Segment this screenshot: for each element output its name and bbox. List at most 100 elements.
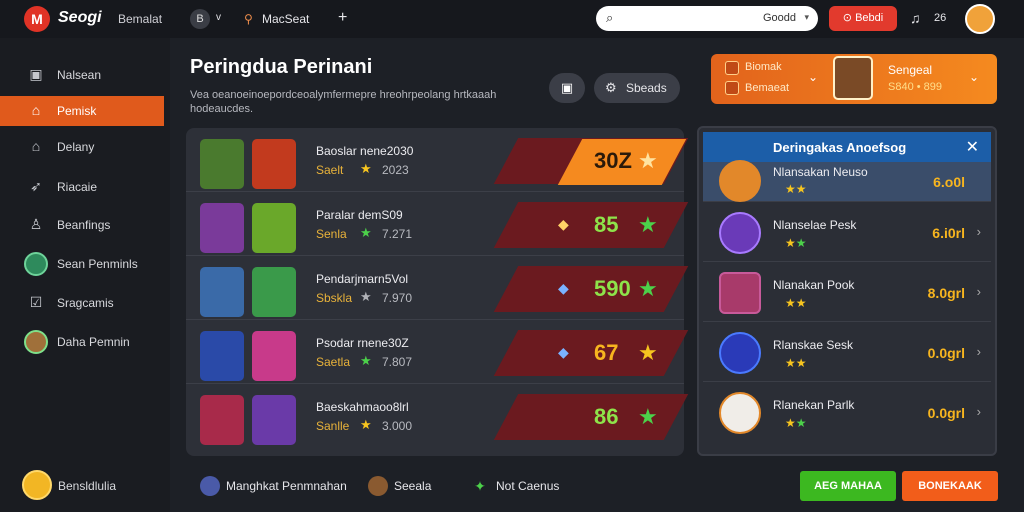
- chevron-down-icon[interactable]: v: [216, 12, 221, 23]
- sidebar-item-sragcamis[interactable]: ☑ Sragcamis: [0, 288, 164, 318]
- games-list: Baoslar nene2030 Saelt ★ 2023 30Z ★ Para…: [186, 128, 689, 456]
- game-name: Psodar rnene30Z: [316, 336, 409, 350]
- player-name: Nlansakan Neuso: [773, 165, 868, 179]
- list-item[interactable]: Psodar rnene30Z Saetla ★ 7.807 ◆ 67 ★: [186, 320, 689, 384]
- star-rating: ★★: [785, 356, 807, 370]
- game-score: 30Z: [594, 148, 632, 173]
- leaderboard-row[interactable]: Nlanakan Pook ★★ 8.0grl ›: [703, 264, 991, 322]
- sidebar-item-label: Daha Pemnin: [57, 335, 130, 349]
- brand-name: Seogi: [58, 9, 102, 26]
- search-icon: ⌕: [606, 10, 614, 25]
- game-name: Pendarjmarn5Vol: [316, 272, 409, 286]
- primary-orange-button[interactable]: BONEKAAK: [902, 471, 998, 501]
- header-action-button[interactable]: ⊙ Bebdi: [829, 6, 897, 31]
- game-rating: 3.000: [382, 419, 413, 433]
- chevron-down-icon[interactable]: ⌄: [969, 70, 979, 84]
- leaderboard-row[interactable]: Rlanekan Parlk ★★ 0.0grl ›: [703, 384, 991, 442]
- settings-button[interactable]: ⚙ Sbeads: [594, 73, 680, 103]
- chevron-right-icon[interactable]: ›: [977, 344, 981, 359]
- sidebar-item-label: Pemisk: [57, 104, 97, 118]
- score-band: [493, 202, 689, 248]
- score-band: [493, 394, 689, 440]
- chevron-down-icon[interactable]: ⌄: [808, 70, 818, 84]
- view-toggle-button[interactable]: ▣: [549, 73, 585, 103]
- location-label[interactable]: MacSeat: [262, 12, 309, 26]
- list-item[interactable]: Baoslar nene2030 Saelt ★ 2023 30Z ★: [186, 128, 689, 192]
- controller-icon: ✦: [474, 478, 486, 494]
- list-item[interactable]: Pendarjmarn5Vol Sbskla ★ 7.970 ◆ 590 ★: [186, 256, 689, 320]
- game-avatar: [252, 203, 296, 253]
- leaderboard-row[interactable]: Nlanselae Pesk ★★ 6.i0rl ›: [703, 204, 991, 262]
- header-action-label: Bebdi: [855, 12, 884, 24]
- bell-icon[interactable]: ♫: [910, 10, 921, 26]
- list-item[interactable]: Paralar demS09 Senla ★ 7.271 ◆ 85 ★: [186, 192, 689, 256]
- star-icon: ★: [638, 340, 658, 365]
- avatar: [719, 272, 761, 314]
- star-icon: ★: [638, 212, 658, 237]
- check-icon: ☑: [29, 294, 43, 310]
- character-avatar: [833, 56, 873, 100]
- footer-user-name[interactable]: Bensldlulia: [58, 479, 116, 493]
- player-score: 0.0grl: [927, 405, 965, 421]
- star-icon: ★: [638, 276, 658, 301]
- game-rating: 7.970: [382, 291, 413, 305]
- promo-line: Bemaeat: [745, 82, 790, 94]
- notification-count[interactable]: 26: [934, 12, 946, 24]
- avatar: [24, 330, 48, 354]
- game-score: 590: [594, 276, 631, 301]
- chevron-down-icon[interactable]: ▾: [804, 12, 809, 23]
- star-rating: ★★: [785, 182, 807, 196]
- sidebar-item-daha-pemnin[interactable]: Daha Pemnin: [0, 327, 164, 357]
- leaderboard-row[interactable]: Nlansakan Neuso ★★ 6.o0l: [703, 160, 991, 202]
- sidebar-item-beanfings[interactable]: ♙ Beanfings: [0, 210, 164, 240]
- leaderboard-row[interactable]: Rlanskae Sesk ★★ 0.0grl ›: [703, 324, 991, 382]
- user-avatar[interactable]: [965, 4, 995, 34]
- sidebar-item-label: Delany: [57, 140, 95, 154]
- sidebar-item-pemisk[interactable]: ⌂ Pemisk: [0, 96, 164, 126]
- sidebar-item-label: Sragcamis: [57, 296, 114, 310]
- profile-circle-button[interactable]: B: [190, 9, 210, 29]
- badge-icon: ◆: [558, 280, 569, 296]
- game-rating: 7.807: [382, 355, 413, 369]
- game-avatar: [200, 267, 244, 317]
- sidebar: ▣ Nalsean ⌂ Pemisk ⌂ Delany ➶ Riacaie ♙ …: [0, 38, 170, 512]
- sidebar-item-sean-penminls[interactable]: Sean Penminls: [0, 249, 164, 279]
- search-input[interactable]: Goodd: [763, 12, 796, 24]
- action-icon: ⊙: [842, 12, 856, 24]
- star-icon: ★: [638, 404, 658, 429]
- star-rating: ★★: [785, 416, 807, 430]
- list-item[interactable]: Baeskahmaoo8lrl Sanlle ★ 3.000 86 ★: [186, 384, 689, 448]
- game-name: Paralar demS09: [316, 208, 403, 222]
- app-logo[interactable]: M: [24, 6, 50, 32]
- badge-icon: ◆: [558, 344, 569, 360]
- bottom-item-label: Seeala: [394, 479, 432, 493]
- promo-line: Biomak: [745, 61, 782, 73]
- chevron-right-icon[interactable]: ›: [977, 284, 981, 299]
- sidebar-item-nalsean[interactable]: ▣ Nalsean: [0, 60, 164, 90]
- game-avatar: [252, 267, 296, 317]
- primary-green-button[interactable]: AEG MAHAA: [800, 471, 896, 501]
- game-avatar: [200, 395, 244, 445]
- chevron-right-icon[interactable]: ›: [977, 404, 981, 419]
- game-avatar: [200, 139, 244, 189]
- close-icon[interactable]: ✕: [966, 137, 979, 157]
- promo-card[interactable]: Biomak Bemaeat ⌄ Sengeal S840 • 899 ⌄: [711, 54, 997, 104]
- chevron-right-icon[interactable]: ›: [977, 224, 981, 239]
- star-icon: ★: [360, 225, 372, 240]
- avatar: [719, 392, 761, 434]
- bottom-item-not-caenus[interactable]: ✦ Not Caenus: [470, 474, 570, 498]
- document-icon: ▣: [29, 66, 43, 82]
- bottom-item-seeala[interactable]: Seeala: [368, 474, 448, 498]
- bottom-item-manghkat[interactable]: Manghkat Penmnahan: [200, 474, 350, 498]
- game-rating: 2023: [382, 163, 409, 177]
- footer-avatar[interactable]: [22, 470, 52, 500]
- promo-title: Sengeal: [888, 63, 933, 77]
- sidebar-item-riacaie[interactable]: ➶ Riacaie: [0, 172, 164, 202]
- sidebar-item-delany[interactable]: ⌂ Delany: [0, 132, 164, 162]
- person-icon: ♙: [29, 216, 43, 232]
- player-score: 8.0grl: [927, 285, 965, 301]
- home-icon: ⌂: [31, 102, 41, 118]
- add-icon[interactable]: +: [338, 9, 347, 27]
- house-icon: ⌂: [31, 138, 41, 154]
- search-bar[interactable]: ⌕ Goodd ▾: [596, 6, 818, 31]
